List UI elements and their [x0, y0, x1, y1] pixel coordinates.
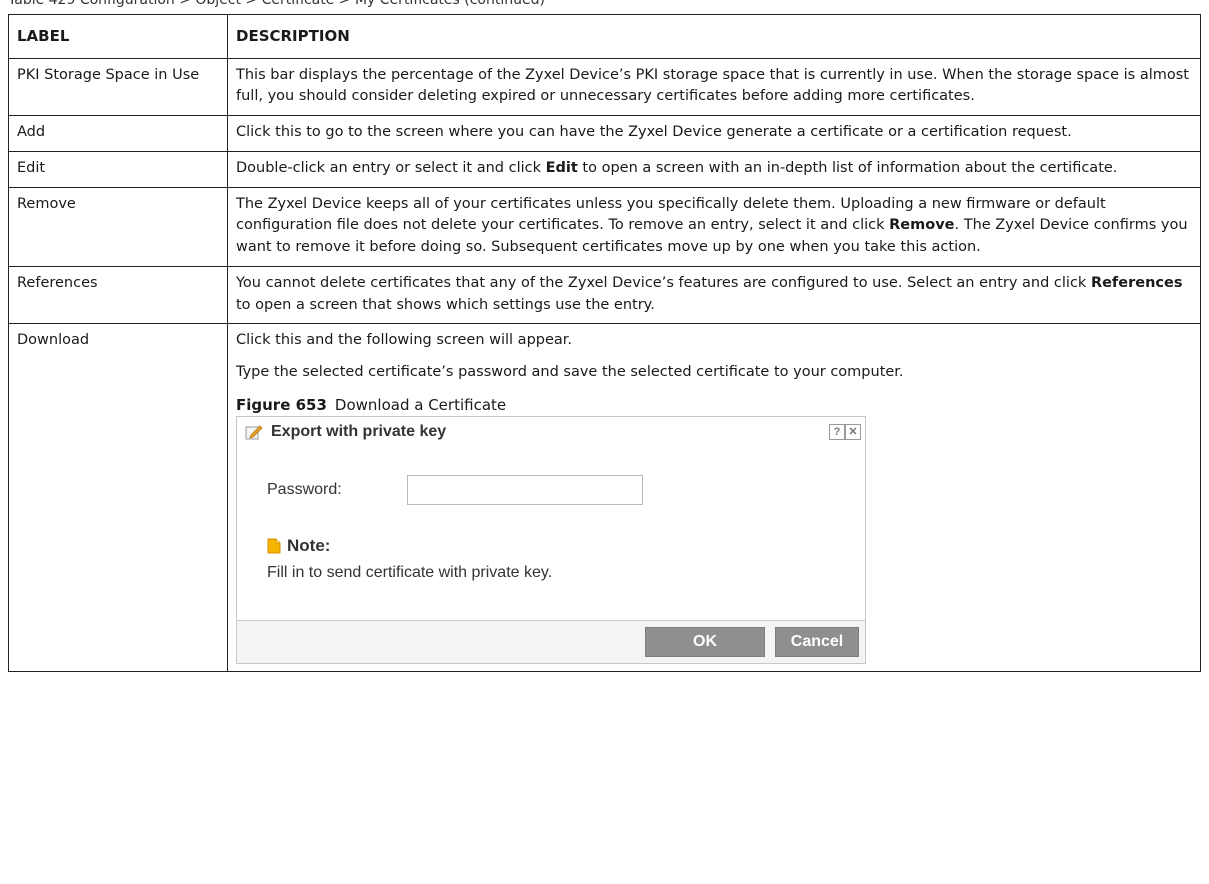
row-label: References — [8, 265, 228, 325]
header-description: DESCRIPTION — [227, 14, 1201, 59]
figure-title: Download a Certificate — [334, 395, 507, 414]
desc-text: to open a screen that shows which settin… — [236, 296, 655, 313]
desc-paragraph: Type the selected certificate’s password… — [236, 364, 904, 380]
row-description: Double-click an entry or select it and c… — [227, 150, 1201, 188]
header-label: LABEL — [8, 14, 228, 59]
row-label: PKI Storage Space in Use — [8, 57, 228, 116]
cancel-button[interactable]: Cancel — [775, 627, 859, 658]
certificate-description-table: LABEL DESCRIPTION PKI Storage Space in U… — [8, 14, 1201, 673]
desc-paragraph: Click this and the following screen will… — [236, 332, 573, 349]
table-row: Edit Double-click an entry or select it … — [8, 150, 1201, 188]
password-label: Password: — [267, 481, 342, 499]
note-text: Fill in to send certificate with private… — [267, 563, 553, 581]
password-field[interactable] — [407, 475, 643, 506]
table-row: PKI Storage Space in Use This bar displa… — [8, 57, 1201, 116]
note-label: Note: — [287, 536, 331, 556]
row-description: This bar displays the percentage of the … — [227, 57, 1201, 116]
table-row: References You cannot delete certificate… — [8, 265, 1201, 325]
dialog-footer: OK Cancel — [237, 620, 865, 664]
desc-text: Double-click an entry or select it and c… — [236, 159, 546, 176]
table-caption-cutoff: Table 429 Configuration > Object > Certi… — [8, 0, 545, 8]
table-row: Download Click this and the following sc… — [8, 323, 1201, 673]
row-label: Remove — [8, 186, 228, 267]
row-description: Click this and the following screen will… — [227, 323, 1201, 673]
desc-bold: References — [1090, 274, 1183, 291]
edit-icon — [245, 425, 263, 440]
table-header-row: LABEL DESCRIPTION — [8, 14, 1201, 59]
desc-bold: Remove — [889, 217, 955, 234]
table-row: Remove The Zyxel Device keeps all of you… — [8, 186, 1201, 267]
row-label: Edit — [8, 150, 228, 188]
dialog-header: Export with private key ? ✕ — [237, 417, 865, 447]
row-description: The Zyxel Device keeps all of your certi… — [227, 186, 1201, 267]
ok-button[interactable]: OK — [645, 627, 765, 658]
figure-caption: Figure 653 Download a Certificate — [236, 394, 1192, 417]
close-icon[interactable]: ✕ — [845, 424, 861, 441]
row-description: You cannot delete certificates that any … — [227, 265, 1201, 325]
desc-text: You cannot delete certificates that any … — [236, 274, 1091, 291]
dialog-title: Export with private key — [271, 423, 447, 441]
row-description: Click this to go to the screen where you… — [227, 115, 1201, 152]
desc-bold: Edit — [545, 159, 578, 176]
help-icon[interactable]: ? — [829, 424, 845, 441]
figure-number: Figure 653 — [236, 395, 327, 414]
table-row: Add Click this to go to the screen where… — [8, 115, 1201, 152]
desc-text: to open a screen with an in-depth list o… — [577, 159, 1118, 176]
row-label: Add — [8, 115, 228, 152]
note-icon — [267, 538, 281, 554]
row-label: Download — [8, 323, 228, 673]
export-dialog: Export with private key ? ✕ Password: No… — [236, 416, 866, 665]
